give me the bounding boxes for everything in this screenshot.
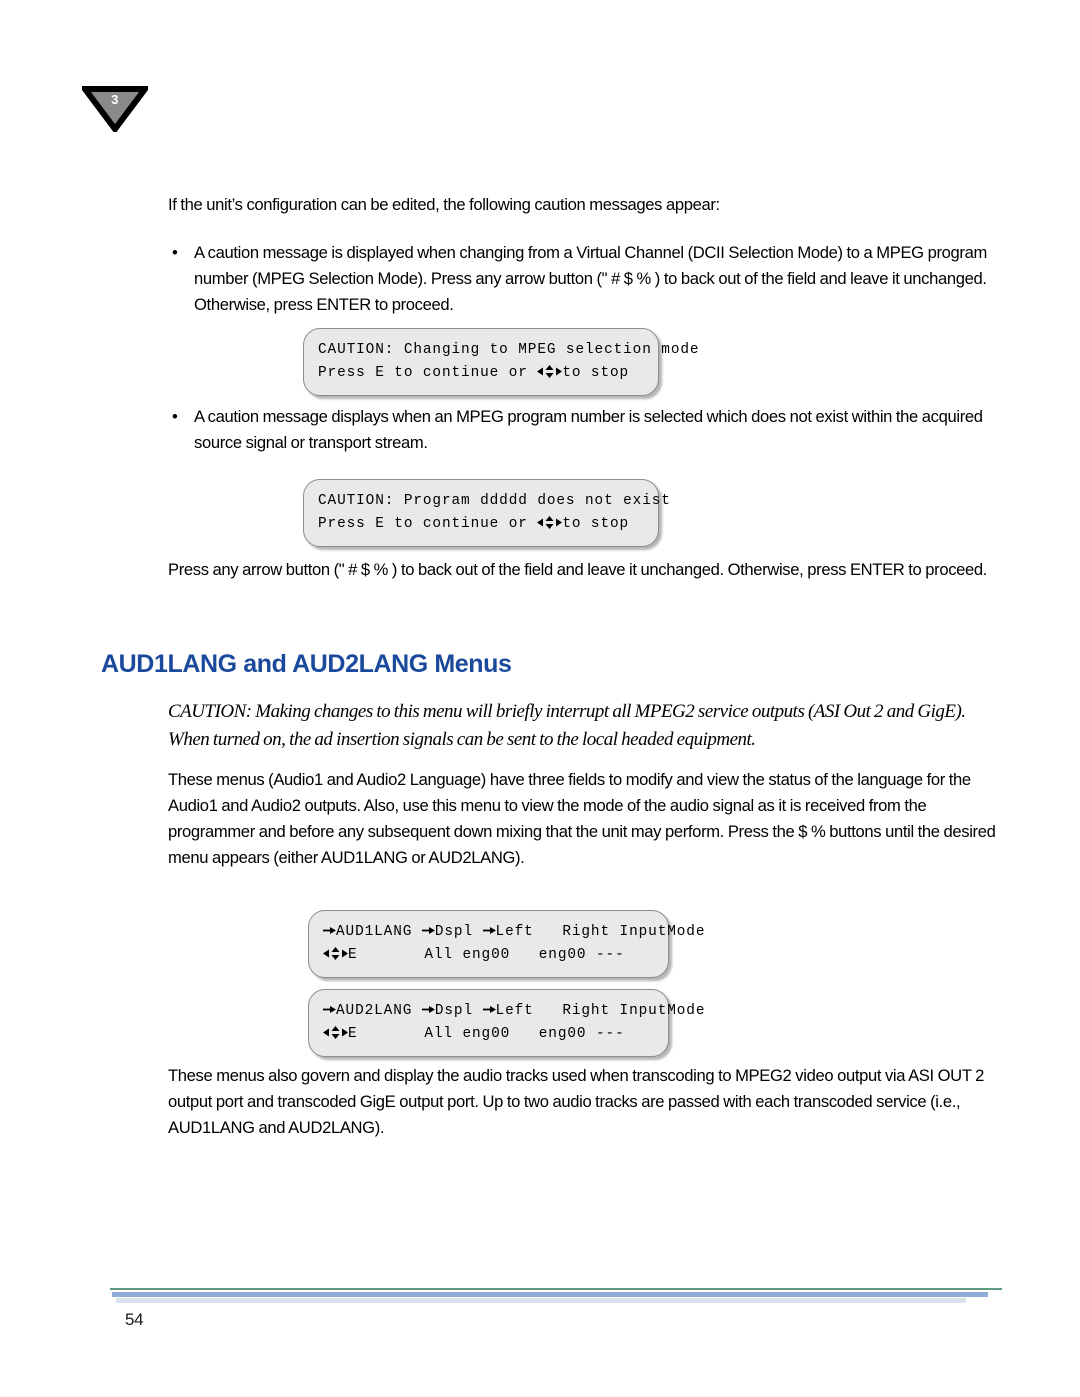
lcd-aud2lang-header-row: AUD2LANG Dspl Left Right InputMode (323, 1000, 704, 1023)
page-content: If the unit’s configuration can be edite… (168, 192, 1000, 318)
caution-note-mpeg2-interrupt: CAUTION: Making changes to this menu wil… (168, 701, 966, 750)
closing-paragraph: These menus also govern and display the … (168, 1066, 985, 1137)
lcd-aud1lang-val-dspl: All (424, 947, 453, 963)
lcd-aud1lang-enter: E (348, 947, 358, 963)
lcd-aud2lang-val-left: eng00 (462, 1026, 511, 1042)
lcd-caution-program-not-exist: CAUTION: Program ddddd does not exist Pr… (303, 479, 671, 547)
lcd-aud2lang-col-left: Left (495, 1003, 534, 1019)
lcd-aud2lang-val-dspl: All (424, 1026, 453, 1042)
lcd-aud1lang-value-row: E All eng00 eng00 --- (323, 944, 668, 967)
right-arrow-icon (421, 1004, 435, 1015)
lcd-aud1lang-col-dspl: Dspl (434, 924, 473, 940)
footer-rule-green (110, 1288, 1002, 1291)
lcd-aud2lang-enter: E (348, 1026, 358, 1042)
section-heading-audlang-menus: AUD1LANG and AUD2LANG Menus (101, 650, 512, 678)
lcd-aud2lang-val-inputmode: --- (596, 1026, 625, 1042)
lcd-aud1lang-header-row: AUD1LANG Dspl Left Right InputMode (323, 921, 704, 944)
right-arrow-icon (323, 1004, 336, 1015)
page-number: 54 (125, 1310, 144, 1329)
lcd-line-2-suffix: to stop (562, 365, 630, 381)
chapter-number: 3 (111, 92, 119, 107)
lcd-aud2lang-label: AUD2LANG (336, 1003, 413, 1019)
intro-lead: If the unit’s configuration can be edite… (168, 195, 720, 214)
lcd-line-2-prefix: Press E to continue or (318, 516, 538, 532)
lcd-aud1lang-menu: AUD1LANG Dspl Left Right InputMode E All… (308, 910, 704, 978)
chapter-marker: 3 (82, 86, 148, 132)
lcd-line-2-prefix: Press E to continue or (318, 365, 538, 381)
lcd-aud2lang-col-inputmode: InputMode (619, 1003, 706, 1019)
arrow-cluster-icon (323, 947, 348, 960)
bullet-item-program-not-exist: • A caution message displays when an MPE… (168, 404, 1000, 456)
lcd-aud1lang-val-inputmode: --- (596, 947, 625, 963)
page-content-2: • A caution message displays when an MPE… (168, 404, 1000, 456)
right-arrow-icon (323, 925, 336, 936)
arrow-button-paragraph: Press any arrow button (" # $ % ) to bac… (168, 560, 988, 579)
arrow-cluster-icon (323, 1026, 348, 1039)
lcd-aud2lang-col-right: Right (562, 1003, 610, 1019)
lcd-aud1lang-col-inputmode: InputMode (619, 924, 706, 940)
bullet-marker: • (172, 407, 178, 426)
lcd-line-2-suffix: to stop (562, 516, 630, 532)
lcd-aud2lang-menu: AUD2LANG Dspl Left Right InputMode E All… (308, 989, 704, 1057)
lcd-aud1lang-val-right: eng00 (538, 947, 587, 963)
footer-rule-light (116, 1298, 966, 1303)
lcd-caution-mpeg-selection: CAUTION: Changing to MPEG selection mode… (303, 328, 700, 396)
lcd-aud1lang-label: AUD1LANG (336, 924, 413, 940)
bullet-text: A caution message displays when an MPEG … (194, 407, 983, 452)
lcd-aud1lang-col-left: Left (495, 924, 534, 940)
section-paragraph: These menus (Audio1 and Audio2 Language)… (168, 770, 996, 867)
right-arrow-icon (421, 925, 435, 936)
page-content-3: Press any arrow button (" # $ % ) to bac… (168, 557, 1000, 583)
lcd-aud1lang-col-right: Right (562, 924, 610, 940)
lcd-aud1lang-val-left: eng00 (462, 947, 511, 963)
lcd-line-1: CAUTION: Changing to MPEG selection mode (318, 342, 700, 358)
lcd-aud2lang-value-row: E All eng00 eng00 --- (323, 1023, 668, 1046)
lcd-line-2: Press E to continue or to stop (318, 513, 658, 536)
lcd-line-2: Press E to continue or to stop (318, 362, 658, 385)
bullet-marker: • (172, 243, 178, 262)
page-content-4: These menus (Audio1 and Audio2 Language)… (168, 767, 1000, 871)
arrow-cluster-icon (537, 516, 563, 529)
bullet-item-mpeg-selection: • A caution message is displayed when ch… (168, 240, 1000, 318)
right-arrow-icon (482, 1004, 496, 1015)
lcd-aud2lang-val-right: eng00 (538, 1026, 587, 1042)
right-arrow-icon (482, 925, 496, 936)
arrow-cluster-icon (537, 365, 563, 378)
bullet-text: A caution message is displayed when chan… (194, 243, 987, 314)
page-content-5: These menus also govern and display the … (168, 1063, 1000, 1141)
footer-rule-blue (112, 1292, 988, 1297)
lcd-line-1: CAUTION: Program ddddd does not exist (318, 493, 671, 509)
lcd-aud2lang-col-dspl: Dspl (434, 1003, 473, 1019)
